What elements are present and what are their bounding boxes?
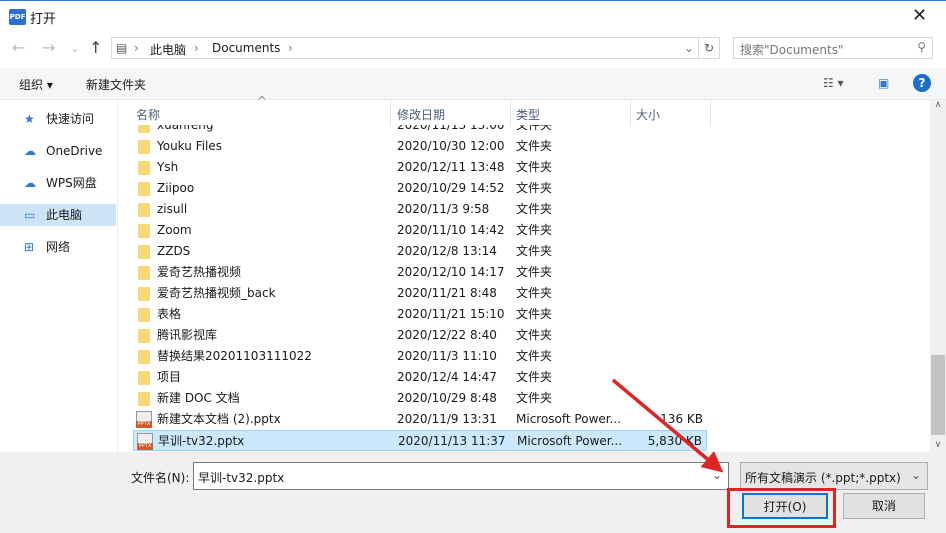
- annotation-arrow: [611, 378, 724, 473]
